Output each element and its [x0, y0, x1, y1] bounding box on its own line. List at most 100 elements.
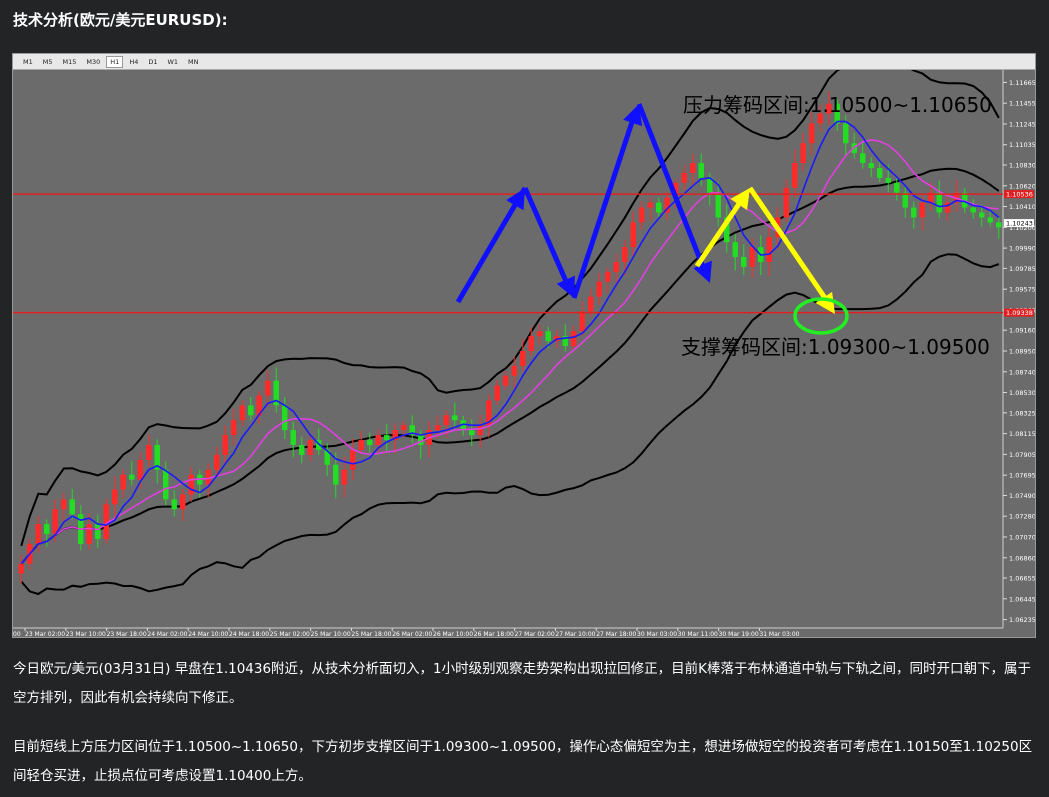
y-tick-label: 1.07490 — [1009, 492, 1035, 500]
y-tick-label: 1.08325 — [1009, 409, 1035, 417]
x-tick-label: 26 Mar 10:00 — [433, 631, 473, 637]
price-tag-label: 1.10536 — [1006, 191, 1033, 199]
candle-body — [715, 192, 721, 218]
y-tick-label: 1.11245 — [1009, 120, 1035, 128]
y-tick-label: 1.10620 — [1009, 182, 1035, 190]
candle-body — [443, 415, 449, 426]
candle-body — [129, 474, 135, 480]
timeframe-d1[interactable]: D1 — [144, 56, 161, 68]
candle-body — [35, 524, 41, 544]
candle-body — [282, 405, 288, 431]
timeframe-m30[interactable]: M30 — [82, 56, 104, 68]
candle-body — [69, 499, 75, 515]
timeframe-h1[interactable]: H1 — [106, 55, 124, 68]
candle-body — [970, 207, 976, 213]
candle-body — [902, 192, 908, 208]
resistance-zone-label: 压力筹码区间:1.10500~1.10650 — [683, 93, 992, 117]
candle-body — [783, 187, 789, 218]
candle-body — [248, 405, 254, 416]
candle-body — [749, 247, 755, 267]
candle-body — [239, 405, 245, 421]
candle-body — [341, 469, 347, 485]
y-tick-label: 1.11035 — [1009, 141, 1035, 149]
y-tick-label: 1.11665 — [1009, 79, 1035, 87]
candle-body — [690, 163, 696, 173]
candle-body — [860, 153, 866, 164]
y-tick-label: 1.10410 — [1009, 203, 1035, 211]
candle-body — [112, 489, 118, 505]
analysis-paragraph-1: 今日欧元/美元(03月31日) 早盘在1.10436附近，从技术分析面切入，1小… — [13, 661, 1031, 706]
candle-body — [911, 207, 917, 218]
bollinger-lower-band — [20, 253, 1000, 596]
y-tick-label: 1.09785 — [1009, 265, 1035, 273]
candle-body — [477, 425, 483, 436]
y-tick-label: 1.08740 — [1009, 368, 1035, 376]
candle-body — [358, 440, 364, 450]
candle-body — [545, 331, 551, 342]
candle-body — [367, 440, 373, 445]
timeframe-h4[interactable]: H4 — [125, 56, 142, 68]
blue-arrow-shaft — [636, 103, 708, 273]
y-tick-label: 1.08115 — [1009, 430, 1035, 438]
y-tick-label: 1.08530 — [1009, 389, 1035, 397]
y-tick-label: 1.06235 — [1009, 616, 1035, 624]
timeframe-m15[interactable]: M15 — [59, 56, 81, 68]
candle-body — [741, 257, 747, 267]
candle-body — [95, 524, 101, 539]
candle-body — [265, 380, 271, 396]
yellow-arrow-head — [730, 188, 750, 211]
x-tick-label: 25 Mar 18:00 — [351, 631, 391, 637]
candle-body — [333, 464, 339, 485]
x-tick-label: 27 Mar 02:00 — [515, 631, 555, 637]
candle-body — [537, 331, 543, 337]
x-tick-label: 25 Mar 10:00 — [311, 631, 351, 637]
y-tick-label: 1.06655 — [1009, 575, 1035, 583]
x-tick-label: 30 Mar 19:00 — [719, 631, 759, 637]
candle-body — [605, 271, 611, 282]
timeframe-toolbar: M1 M5 M15 M30 H1 H4 D1 W1 MN — [13, 54, 1035, 70]
candle-body — [171, 499, 177, 510]
timeframe-m5[interactable]: M5 — [39, 56, 57, 68]
candle-body — [996, 222, 1002, 228]
timeframe-mn[interactable]: MN — [184, 56, 202, 68]
x-tick-label: 26 Mar 18:00 — [474, 631, 514, 637]
y-tick-label: 1.08950 — [1009, 348, 1035, 356]
candle-body — [809, 123, 815, 144]
candle-body — [44, 524, 50, 535]
candle-body — [792, 163, 798, 188]
x-tick-label: 25 Mar 02:00 — [270, 631, 310, 637]
x-tick-label: 30 Mar 11:00 — [678, 631, 718, 637]
candle-body — [868, 163, 874, 168]
candle-body — [401, 425, 407, 431]
candle-body — [86, 524, 92, 544]
candle-body — [163, 469, 169, 500]
y-tick-label: 1.09160 — [1009, 327, 1035, 335]
candle-body — [987, 217, 993, 223]
candle-body — [919, 202, 925, 218]
x-tick-label: 30 Mar 03:00 — [637, 631, 677, 637]
x-tick-label: 00 — [13, 631, 21, 637]
candle-body — [375, 435, 381, 445]
candle-body — [188, 474, 194, 495]
x-tick-label: 24 Mar 02:00 — [147, 631, 187, 637]
candle-body — [307, 440, 313, 455]
candle-body — [350, 449, 356, 470]
support-zone-label: 支撑筹码区间:1.09300~1.09500 — [681, 335, 990, 359]
candle-body — [452, 415, 458, 421]
candle-body — [180, 494, 186, 510]
candle-body — [299, 444, 305, 455]
timeframe-w1[interactable]: W1 — [163, 56, 182, 68]
candle-body — [877, 167, 883, 178]
y-tick-label: 1.09575 — [1009, 286, 1035, 294]
x-tick-label: 24 Mar 18:00 — [229, 631, 269, 637]
candlestick-chart: 1.11665 1.11455 1.11245 1.11035 1.10830 1.106… — [13, 70, 1035, 637]
candle-body — [52, 509, 58, 535]
candle-body — [18, 563, 24, 574]
y-tick-label: 1.10830 — [1009, 162, 1035, 170]
candle-body — [137, 459, 143, 480]
timeframe-m1[interactable]: M1 — [19, 56, 37, 68]
candle-body — [588, 296, 594, 312]
x-tick-label: 26 Mar 02:00 — [392, 631, 432, 637]
candle-body — [61, 499, 67, 510]
candle-body — [222, 435, 228, 455]
